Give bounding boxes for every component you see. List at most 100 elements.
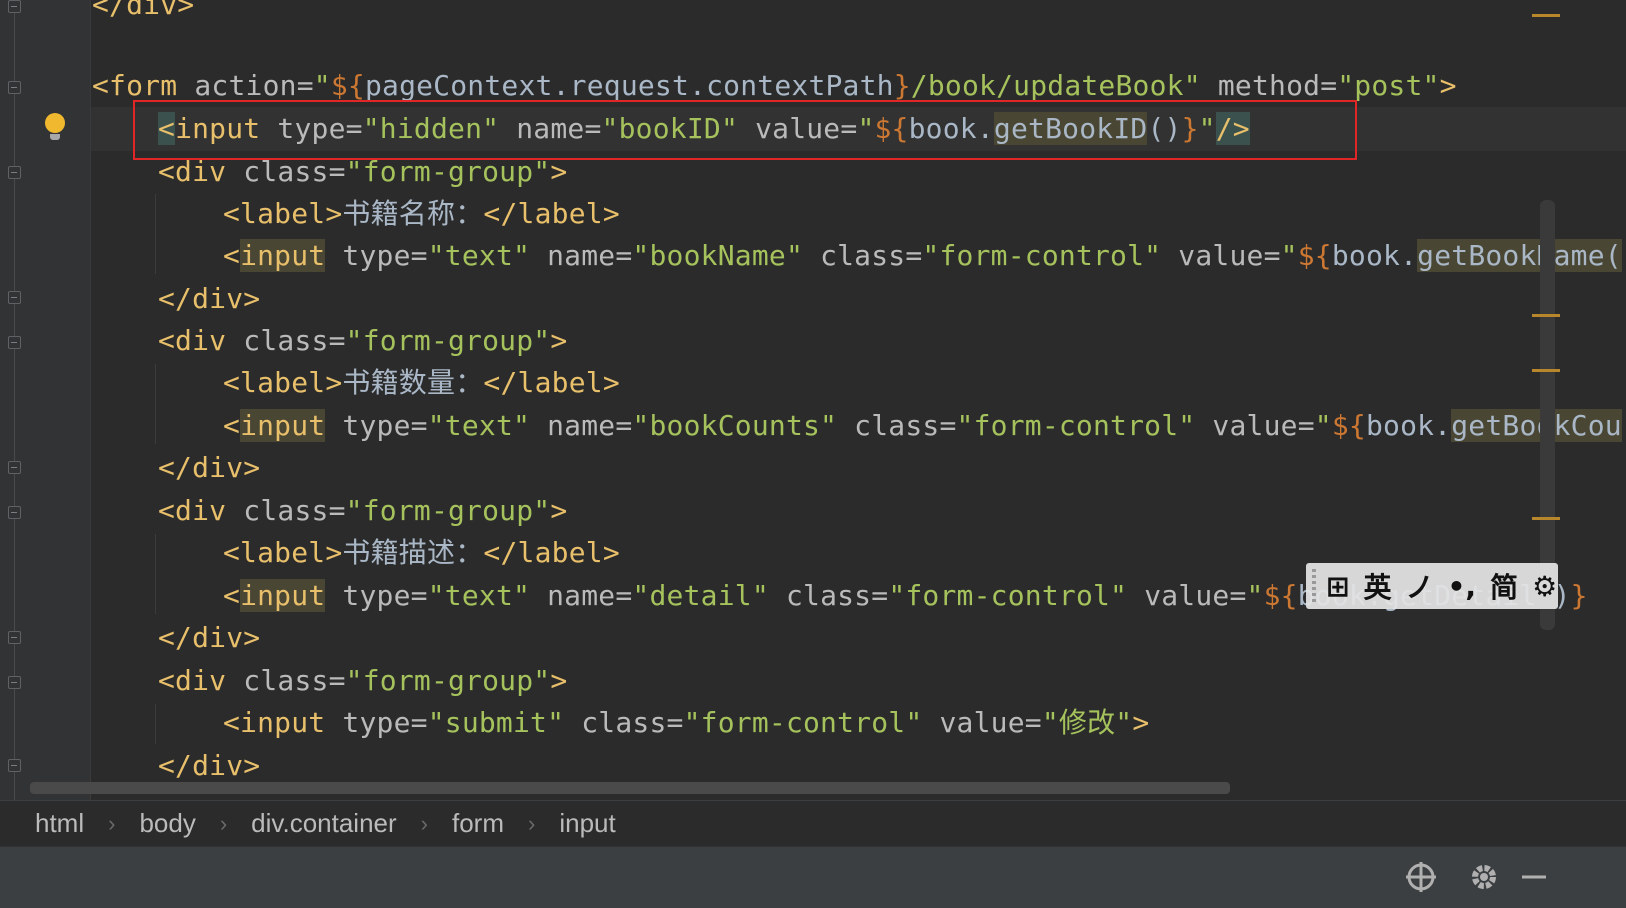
code-token: name= <box>547 409 633 442</box>
code-line[interactable]: <input type="submit" class="form-control… <box>223 701 1149 745</box>
code-token: > <box>1439 69 1457 102</box>
code-line[interactable]: <label>书籍描述：</label> <box>223 531 620 575</box>
code-line[interactable]: <label>书籍名称：</label> <box>223 192 620 236</box>
error-stripe-marker[interactable] <box>1532 314 1560 317</box>
breadcrumb: html › body › div.container › form › inp… <box>0 800 1626 846</box>
fold-icon[interactable] <box>8 291 21 304</box>
code-token: < <box>223 239 241 272</box>
code-token: class= <box>243 494 346 527</box>
fold-icon[interactable] <box>8 631 21 644</box>
drag-handle-icon[interactable] <box>1312 569 1316 603</box>
breadcrumb-item-input[interactable]: input <box>559 808 615 839</box>
code-token: < <box>223 409 241 442</box>
code-token: input <box>240 579 326 612</box>
code-token: "form-control" <box>888 579 1145 612</box>
breadcrumb-item-form[interactable]: form <box>452 808 504 839</box>
intention-bulb-icon[interactable] <box>43 113 67 143</box>
code-line[interactable]: <input type="text" name="bookName" class… <box>223 234 1622 278</box>
code-token: 书籍名称： <box>342 197 484 230</box>
code-token: " <box>313 69 331 102</box>
breadcrumb-item-html[interactable]: html <box>35 808 84 839</box>
fold-icon[interactable] <box>8 506 21 519</box>
crosshair-icon[interactable] <box>1403 859 1439 895</box>
grid-icon[interactable]: ⊞ <box>1326 570 1349 603</box>
code-token: </div> <box>158 451 261 484</box>
code-line[interactable]: </div> <box>158 277 260 321</box>
code-token: <div <box>158 664 244 697</box>
simplified-chinese-icon[interactable]: 简 <box>1490 566 1518 606</box>
code-token: "post" <box>1337 69 1440 102</box>
code-token: getBookName( <box>1417 239 1622 272</box>
fold-icon[interactable] <box>8 461 21 474</box>
english-mode-icon[interactable]: 英 <box>1363 566 1391 606</box>
breadcrumb-item-div-container[interactable]: div.container <box>251 808 397 839</box>
half-width-icon[interactable]: ノ <box>1405 566 1433 606</box>
editor-gutter[interactable] <box>0 0 91 800</box>
code-line[interactable]: <input type="text" name="bookCounts" cla… <box>223 404 1622 448</box>
indent-guide <box>155 534 156 614</box>
error-stripe-marker[interactable] <box>1532 517 1560 520</box>
chevron-right-icon: › <box>108 810 116 836</box>
selection-annotation-box <box>133 100 1357 160</box>
breadcrumb-item-body[interactable]: body <box>139 808 195 839</box>
code-token: "text" <box>427 409 548 442</box>
code-token: 书籍描述： <box>342 536 484 569</box>
code-token: type= <box>325 409 428 442</box>
code-token: class= <box>785 579 889 612</box>
code-line[interactable]: <div class="form-group"> <box>158 319 567 363</box>
code-token: <input <box>223 706 343 739</box>
fold-icon[interactable] <box>8 0 21 13</box>
code-token: input <box>240 239 326 272</box>
code-line[interactable]: <div class="form-group"> <box>158 489 567 533</box>
code-token: > <box>1132 706 1150 739</box>
horizontal-scrollbar[interactable] <box>30 782 1230 794</box>
code-token: ${ <box>1331 409 1366 442</box>
code-line[interactable]: </div> <box>158 616 260 660</box>
code-token: getBookCou <box>1451 409 1622 442</box>
code-token: book. <box>1331 239 1418 272</box>
code-token: "text" <box>427 239 548 272</box>
code-token: class= <box>820 239 923 272</box>
code-token: </div> <box>158 621 261 654</box>
ime-toolbar[interactable]: ⊞ 英 ノ •, 简 ⚙ <box>1306 563 1558 609</box>
minimize-icon[interactable] <box>1516 859 1552 895</box>
code-token: "修改" <box>1041 706 1133 739</box>
code-line[interactable]: <label>书籍数量：</label> <box>223 361 620 405</box>
code-token: <div <box>158 494 244 527</box>
fold-icon[interactable] <box>8 759 21 772</box>
code-token: value= <box>1212 409 1315 442</box>
code-token: value= <box>1178 239 1281 272</box>
gear-icon[interactable] <box>1466 859 1502 895</box>
code-token: } <box>1570 579 1588 612</box>
gear-icon[interactable]: ⚙ <box>1532 570 1557 603</box>
fold-icon[interactable] <box>8 676 21 689</box>
code-token: "form-group" <box>345 494 551 527</box>
code-token: "bookName" <box>632 239 821 272</box>
code-line[interactable]: <div class="form-group"> <box>158 659 567 703</box>
code-token: "form-control" <box>683 706 940 739</box>
fold-icon[interactable] <box>8 166 21 179</box>
fold-icon[interactable] <box>8 336 21 349</box>
code-line[interactable]: </div> <box>158 446 260 490</box>
code-token: "text" <box>427 579 548 612</box>
code-token: "form-group" <box>345 324 551 357</box>
code-token: action= <box>194 69 314 102</box>
error-stripe-marker[interactable] <box>1532 14 1560 17</box>
code-token: value= <box>939 706 1042 739</box>
chevron-right-icon: › <box>219 810 228 836</box>
code-token: < <box>223 579 241 612</box>
code-token: " <box>1280 239 1298 272</box>
code-editor[interactable]: </div> <form action="${pageContext.reques… <box>0 0 1626 800</box>
code-line[interactable]: </div> <box>92 0 194 27</box>
punctuation-icon[interactable]: •, <box>1448 570 1477 603</box>
error-stripe-marker[interactable] <box>1532 369 1560 372</box>
chevron-right-icon: › <box>528 810 536 836</box>
code-token: ${ <box>1297 239 1332 272</box>
fold-icon[interactable] <box>8 81 21 94</box>
code-token: </label> <box>483 536 620 569</box>
code-token: "form-group" <box>345 664 551 697</box>
code-token: </div> <box>158 749 261 782</box>
code-token: ${ <box>1263 579 1298 612</box>
code-token: book. <box>1365 409 1452 442</box>
code-token: > <box>550 324 568 357</box>
